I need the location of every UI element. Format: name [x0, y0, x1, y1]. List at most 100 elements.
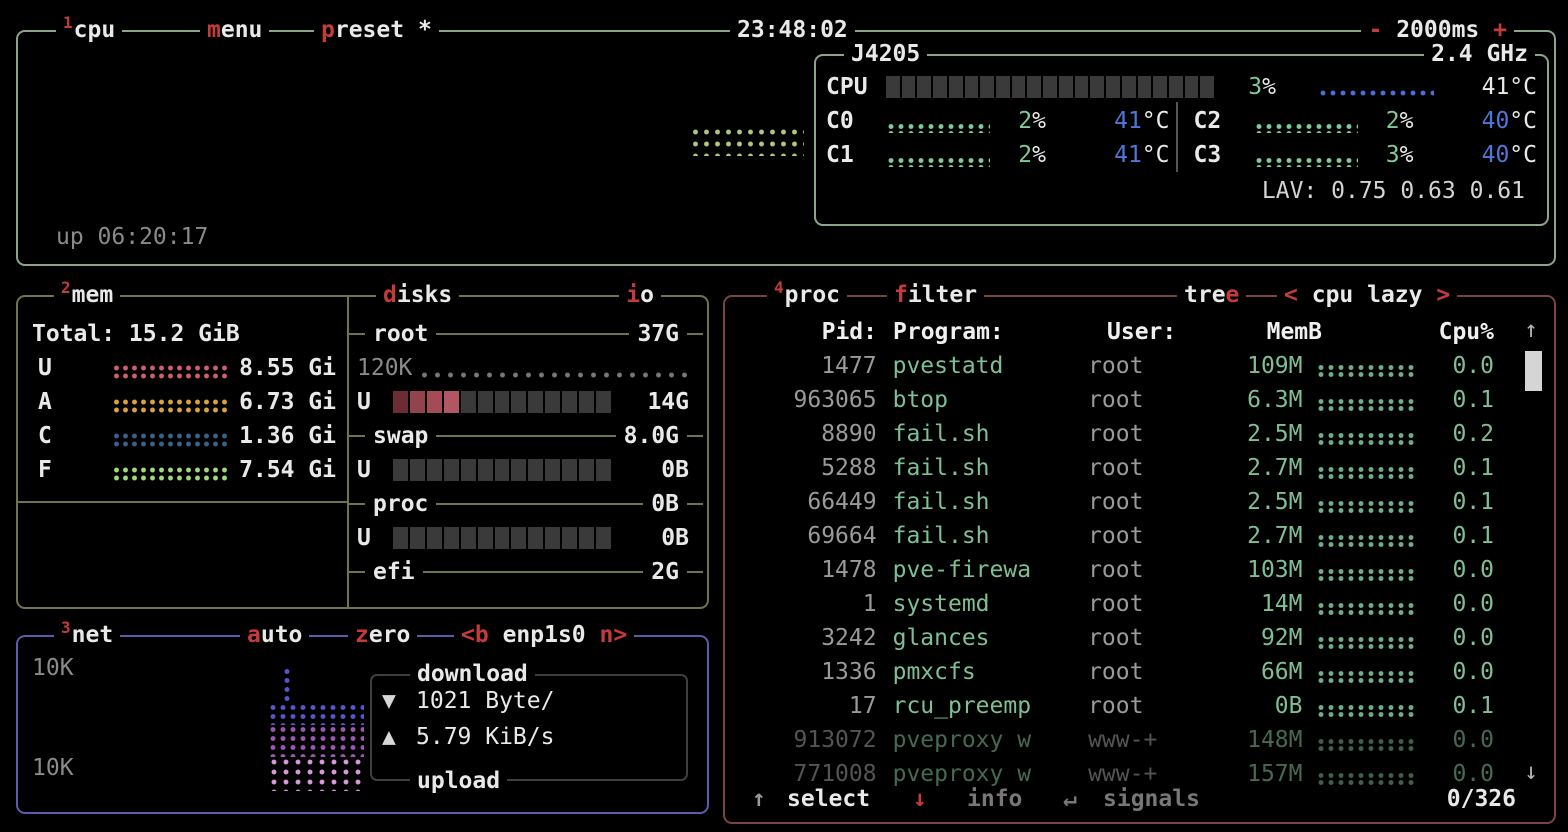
process-mem: 6.3M	[1200, 387, 1303, 413]
process-row[interactable]: 1478 pve-firewa root 103M 0.0	[727, 553, 1552, 587]
process-user: root	[1088, 455, 1200, 481]
select-down-icon[interactable]: ↓	[913, 786, 927, 812]
cpu-box-title[interactable]: 1cpu	[56, 15, 122, 45]
cpu-history-graph	[690, 126, 804, 156]
net-download-graph	[268, 703, 364, 725]
process-pid: 913072	[727, 727, 877, 753]
process-user: root	[1088, 421, 1200, 447]
download-speed-row: ▼ 1021 Byte/	[382, 684, 676, 718]
col-program[interactable]: Program:	[893, 319, 1089, 345]
select-up-icon[interactable]: ↑	[752, 786, 766, 812]
core-mini-graph	[886, 157, 990, 167]
process-row[interactable]: 66449 fail.sh root 2.5M 0.1	[727, 485, 1552, 519]
sort-prev-button[interactable]: <	[1284, 282, 1298, 308]
net-interface-switcher[interactable]: <b enp1s0 n>	[454, 620, 634, 650]
mem-row-graph	[112, 364, 230, 381]
info-button[interactable]: info	[967, 786, 1022, 812]
col-user[interactable]: User:	[1089, 319, 1219, 345]
disk-name: swap	[365, 423, 436, 449]
col-cpu[interactable]: Cpu%	[1416, 319, 1494, 345]
process-row[interactable]: 17 rcu_preemp root 0B 0.1	[727, 689, 1552, 723]
process-mem: 2.7M	[1200, 455, 1303, 481]
proc-box: 4proc filter tree < cpu lazy > Pid: Prog…	[723, 295, 1556, 824]
core-name: C0	[826, 108, 872, 134]
process-mem: 109M	[1200, 353, 1303, 379]
process-cpu: 0.0	[1416, 557, 1494, 583]
net-auto-button[interactable]: auto	[240, 620, 309, 650]
process-row[interactable]: 8890 fail.sh root 2.5M 0.2	[727, 417, 1552, 451]
process-cpu: 0.0	[1416, 659, 1494, 685]
proc-box-title[interactable]: 4proc	[767, 280, 847, 310]
net-speed-box: download ▼ 1021 Byte/ ▲ 5.79 KiB/s uploa…	[370, 674, 688, 781]
process-name: pveproxy w	[893, 761, 1088, 787]
signals-button[interactable]: signals	[1103, 786, 1200, 812]
cpu-total-mini-graph	[1318, 89, 1434, 97]
process-row[interactable]: 5288 fail.sh root 2.7M 0.1	[727, 451, 1552, 485]
disk-proc-header: proc 0B	[349, 487, 703, 521]
process-name: glances	[893, 625, 1088, 651]
disk-swap-meter	[393, 459, 611, 481]
proc-header-row: Pid: Program: User: MemB Cpu%	[727, 315, 1552, 349]
col-memb[interactable]: MemB	[1219, 319, 1322, 345]
col-pid[interactable]: Pid:	[727, 319, 877, 345]
process-mem: 148M	[1200, 727, 1303, 753]
core-row: C3 3% 40°C	[1194, 138, 1538, 172]
delay-decrease-button[interactable]: -	[1368, 17, 1382, 43]
core-mini-graph	[1254, 157, 1358, 167]
net-zero-button[interactable]: zero	[348, 620, 417, 650]
core-temp: 40°C	[1482, 142, 1537, 168]
core-load: 2%	[990, 108, 1046, 134]
disk-size: 0B	[643, 491, 687, 517]
process-row[interactable]: 1 systemd root 14M 0.0	[727, 587, 1552, 621]
cpu-total-temp: 41°C	[1482, 74, 1537, 100]
process-user: root	[1088, 523, 1200, 549]
process-user: root	[1088, 353, 1200, 379]
process-pid: 771008	[727, 761, 877, 787]
scroll-down-icon[interactable]: ↓	[1524, 759, 1538, 785]
cpu-hotkey: 1	[63, 13, 73, 32]
mem-rows: U 8.55 Gi A 6.73 Gi C 1.36 Gi F	[38, 351, 336, 487]
disk-size: 37G	[629, 321, 687, 347]
process-row[interactable]: 1336 pmxcfs root 66M 0.0	[727, 655, 1552, 689]
menu-button[interactable]: menu	[200, 15, 269, 45]
net-hotkey: 3	[61, 618, 71, 637]
load-average: LAV: 0.75 0.63 0.61	[1262, 178, 1525, 204]
process-pid: 5288	[727, 455, 877, 481]
used-label: U	[357, 389, 381, 415]
net-box-title[interactable]: 3net	[54, 620, 120, 650]
process-cpu-graph	[1316, 704, 1416, 718]
process-row[interactable]: 69664 fail.sh root 2.7M 0.1	[727, 519, 1552, 553]
process-row[interactable]: 963065 btop root 6.3M 0.1	[727, 383, 1552, 417]
cpu-total-row: CPU 3% 41°C	[826, 70, 1537, 104]
process-user: root	[1088, 387, 1200, 413]
filter-button[interactable]: filter	[887, 280, 984, 310]
core-row: C1 2% 41°C	[826, 138, 1170, 172]
process-pid: 963065	[727, 387, 877, 413]
iface-next-button[interactable]: n>	[600, 622, 628, 648]
process-cpu: 0.1	[1416, 693, 1494, 719]
process-name: fail.sh	[893, 489, 1088, 515]
process-user: www-+	[1088, 761, 1200, 787]
used-label: U	[357, 525, 381, 551]
disk-root-meter	[393, 391, 611, 413]
select-button[interactable]: select	[787, 786, 870, 812]
process-row[interactable]: 1477 pvestatd root 109M 0.0	[727, 349, 1552, 383]
process-pid: 17	[727, 693, 877, 719]
process-name: systemd	[893, 591, 1088, 617]
disk-root-used: 14G	[647, 389, 689, 415]
iface-prev-button[interactable]: <b	[461, 622, 489, 648]
process-row[interactable]: 3242 glances root 92M 0.0	[727, 621, 1552, 655]
process-pid: 1477	[727, 353, 877, 379]
preset-button[interactable]: preset *	[314, 15, 439, 45]
tree-button[interactable]: tree	[1177, 280, 1246, 310]
mem-divider	[18, 501, 347, 503]
sort-control: < cpu lazy >	[1277, 280, 1457, 310]
process-name: btop	[893, 387, 1088, 413]
mem-disks-box: 2mem disks io Total: 15.2 GiB U 8.55 Gi …	[16, 295, 709, 609]
scroll-up-icon[interactable]: ↑	[1524, 317, 1538, 343]
process-name: rcu_preemp	[893, 693, 1088, 719]
process-mem: 66M	[1200, 659, 1303, 685]
sort-next-button[interactable]: >	[1436, 282, 1450, 308]
process-row[interactable]: 913072 pveproxy w www-+ 148M 0.0	[727, 723, 1552, 757]
net-box: 3net auto zero <b enp1s0 n> 10K 10K down…	[16, 635, 709, 814]
